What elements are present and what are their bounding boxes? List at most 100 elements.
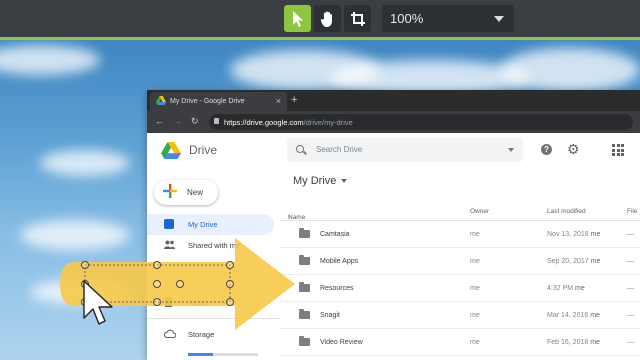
sidebar-item-label: My Drive — [188, 220, 218, 229]
breadcrumb[interactable]: My Drive — [293, 175, 348, 187]
folder-icon — [299, 336, 310, 346]
table-row[interactable]: Camtasia me Nov 13, 2018 me — — [280, 221, 640, 248]
modified-by: me — [590, 339, 600, 346]
file-name: Mobile Apps — [320, 258, 359, 265]
file-name: Resources — [320, 285, 354, 292]
table-row[interactable]: Resources me 4:32 PM me — — [280, 275, 640, 302]
drive-app-name: Drive — [189, 143, 218, 157]
cloud — [0, 45, 100, 75]
modified-by: me — [590, 258, 601, 265]
modified-date: Sep 20, 2017 — [547, 258, 589, 265]
file-list-panel: My Drive Name ↑ Owner Last modified File… — [280, 168, 640, 360]
cloud-icon — [163, 329, 177, 339]
browser-window: My Drive - Google Drive × + ← → ↻ https:… — [147, 90, 640, 360]
forward-arrow-icon[interactable]: → — [173, 116, 182, 126]
cloud — [20, 220, 130, 250]
file-owner: me — [470, 231, 480, 238]
file-modified: Mar 14, 2016 me — [547, 312, 600, 319]
modified-date: Mar 14, 2016 — [547, 312, 589, 319]
file-owner: me — [470, 258, 480, 265]
column-header-file-size[interactable]: File — [627, 208, 637, 215]
hand-icon — [320, 11, 332, 27]
tab-title: My Drive - Google Drive — [170, 98, 245, 105]
sidebar-item-label: Trash — [188, 298, 207, 307]
column-header-last-modified[interactable]: Last modified — [547, 208, 586, 215]
new-tab-button[interactable]: + — [291, 94, 297, 106]
file-modified: Feb 16, 2018 me — [547, 339, 600, 346]
search-input[interactable]: Search Drive — [287, 138, 523, 162]
file-size: — — [627, 285, 634, 292]
crop-tool-button[interactable] — [344, 5, 371, 32]
file-name: Camtasia — [320, 231, 350, 238]
table-row[interactable]: Video Review me Feb 16, 2018 me — — [280, 329, 640, 356]
modified-by: me — [575, 285, 585, 292]
file-size: — — [627, 312, 634, 319]
file-size: — — [627, 231, 634, 238]
help-icon[interactable]: ? — [541, 144, 552, 155]
folder-icon — [299, 255, 310, 265]
address-bar: ← → ↻ https://drive.google.com/drive/my-… — [147, 111, 640, 133]
folder-icon — [299, 228, 310, 238]
cloud — [40, 150, 130, 176]
sidebar-item-label: Shared with me — [188, 241, 241, 250]
settings-gear-icon[interactable]: ⚙ — [567, 141, 580, 158]
cloud — [30, 280, 130, 304]
url-path: /drive/my-drive — [303, 118, 353, 127]
sidebar-item-my-drive[interactable]: My Drive — [147, 214, 274, 235]
back-arrow-icon[interactable]: ← — [155, 116, 164, 126]
sidebar-item-trash[interactable]: Trash — [147, 292, 274, 313]
file-name: Video Review — [320, 339, 363, 346]
cloud — [500, 48, 640, 92]
browser-tab[interactable]: My Drive - Google Drive × — [150, 92, 287, 111]
file-modified: Nov 13, 2018 me — [547, 231, 600, 238]
zoom-value: 100% — [390, 11, 424, 26]
sort-arrow-up-icon: ↑ — [288, 214, 292, 221]
modified-date: 4:32 PM — [547, 285, 574, 292]
people-icon — [164, 240, 175, 250]
plus-icon — [163, 184, 177, 202]
trash-icon — [164, 297, 174, 307]
sidebar-item-shared-with-me[interactable]: Shared with me — [147, 235, 274, 256]
zoom-select[interactable]: 100% — [382, 5, 514, 32]
column-headers: Name ↑ Owner Last modified File — [280, 202, 640, 221]
file-owner: me — [470, 339, 480, 346]
table-row[interactable]: Mobile Apps me Sep 20, 2017 me — — [280, 248, 640, 275]
apps-grid-icon[interactable] — [612, 144, 624, 156]
cursor-arrow-icon — [292, 10, 303, 27]
browser-tab-bar: My Drive - Google Drive × + — [147, 90, 640, 111]
modified-by: me — [590, 312, 600, 319]
column-header-owner[interactable]: Owner — [470, 208, 489, 215]
sidebar-item-storage[interactable]: Storage — [147, 324, 274, 345]
file-modified: Sep 20, 2017 me — [547, 258, 600, 265]
hand-tool-button[interactable] — [314, 5, 341, 32]
drive-header: Drive Search Drive ? ⚙ — [147, 133, 640, 169]
storage-usage-fill — [188, 353, 213, 356]
file-modified: 4:32 PM me — [547, 285, 585, 292]
sidebar-item-label: Storage — [188, 330, 215, 339]
storage-usage-bar — [188, 353, 258, 356]
new-button[interactable]: New — [154, 180, 218, 205]
table-row[interactable]: Snagit me Mar 14, 2016 me — — [280, 302, 640, 329]
editor-toolbar: 100% — [0, 0, 640, 40]
url-field[interactable]: https://drive.google.com/drive/my-drive — [209, 114, 633, 130]
file-size: — — [627, 258, 634, 265]
breadcrumb-label: My Drive — [293, 175, 337, 187]
modified-date: Nov 13, 2018 — [547, 231, 589, 238]
close-icon[interactable]: × — [276, 96, 281, 106]
google-drive-logo-icon — [161, 142, 181, 159]
crop-icon — [350, 11, 365, 26]
file-owner: me — [470, 312, 480, 319]
url-host: https://drive.google.com — [224, 118, 304, 127]
file-name: Snagit — [320, 312, 340, 319]
search-options-icon[interactable] — [508, 148, 514, 152]
chevron-down-icon — [341, 179, 348, 184]
reload-icon[interactable]: ↻ — [191, 116, 199, 127]
modified-by: me — [590, 231, 601, 238]
chevron-down-icon — [494, 16, 504, 22]
lock-icon — [214, 118, 219, 124]
divider — [147, 318, 280, 319]
file-size: — — [627, 339, 634, 346]
modified-date: Feb 16, 2018 — [547, 339, 589, 346]
select-tool-button[interactable] — [284, 5, 311, 32]
file-owner: me — [470, 285, 480, 292]
